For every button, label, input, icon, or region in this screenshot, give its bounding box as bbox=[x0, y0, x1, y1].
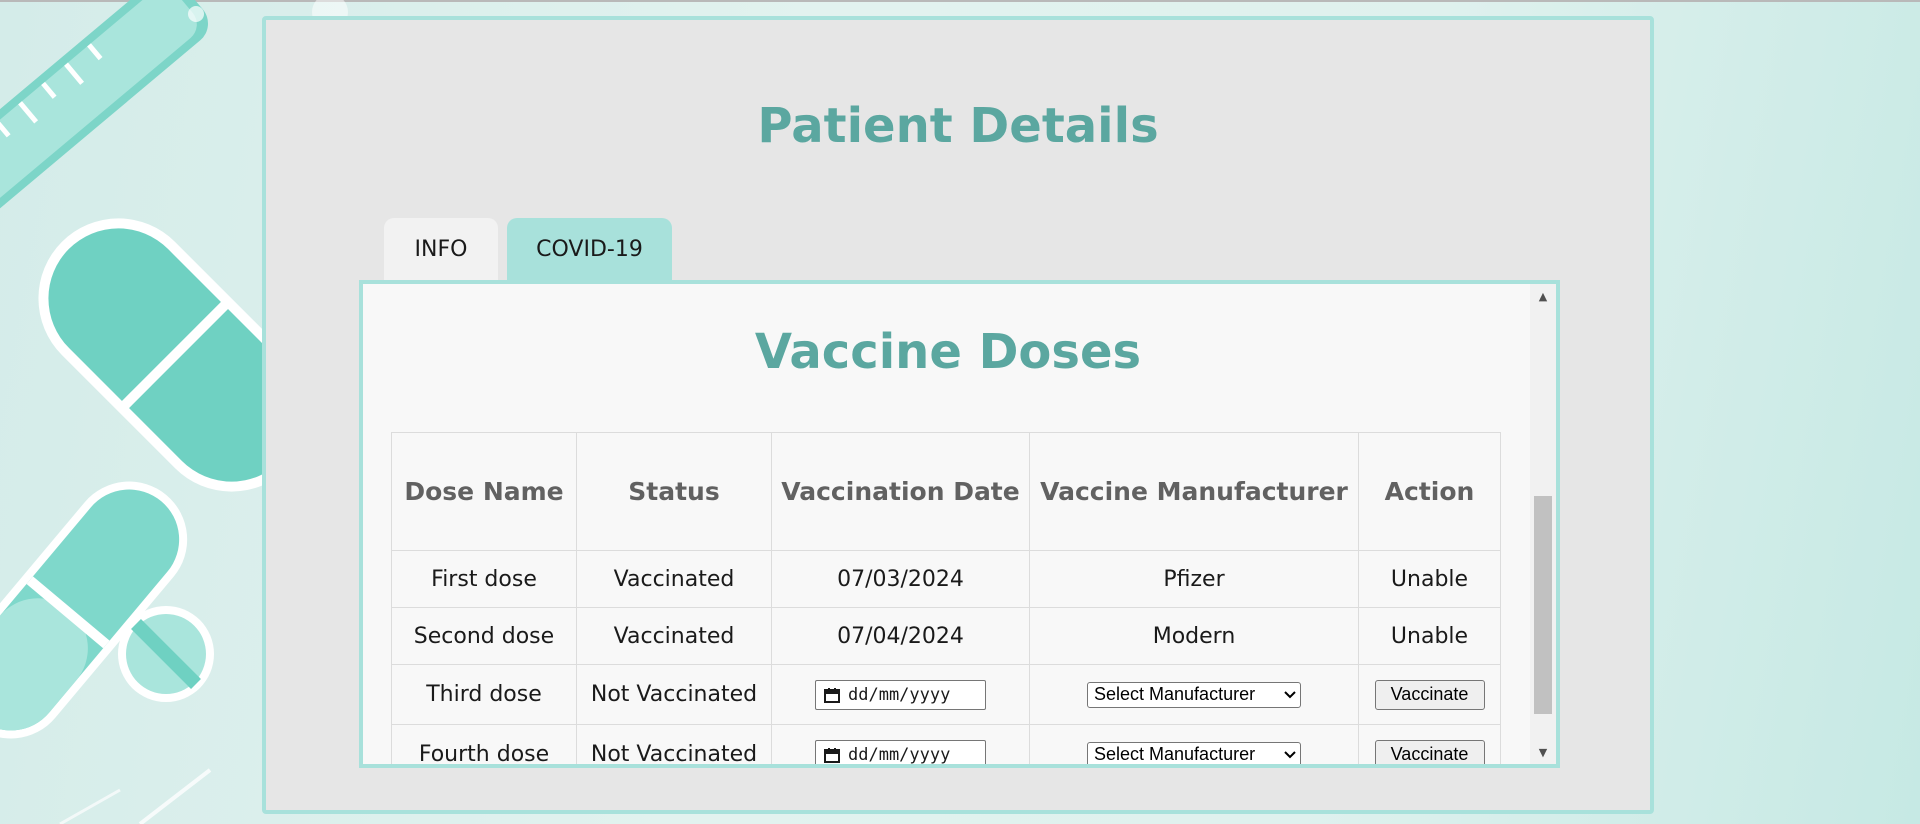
chevron-down-icon bbox=[1284, 751, 1296, 759]
table-header-row: Dose Name Status Vaccination Date Vaccin… bbox=[391, 432, 1501, 551]
dose-name-cell: Third dose bbox=[391, 664, 577, 725]
vaccine-doses-table: Dose Name Status Vaccination Date Vaccin… bbox=[391, 432, 1501, 765]
vaccination-date-cell: 07/04/2024 bbox=[771, 607, 1030, 665]
calendar-icon[interactable] bbox=[824, 687, 840, 703]
manufacturer-select[interactable]: Select Manufacturer bbox=[1087, 681, 1301, 708]
table-row: First dose Vaccinated 07/03/2024 Pfizer … bbox=[391, 550, 1501, 608]
tab-covid-19[interactable]: COVID-19 bbox=[507, 218, 672, 280]
vertical-scrollbar[interactable]: ▲ ▼ bbox=[1530, 284, 1556, 764]
tab-info-label: INFO bbox=[414, 236, 468, 262]
column-header-dose-name: Dose Name bbox=[391, 432, 577, 551]
vaccination-date-cell: 07/03/2024 bbox=[771, 550, 1030, 608]
tab-covid-19-label: COVID-19 bbox=[536, 236, 643, 262]
status-cell: Vaccinated bbox=[576, 550, 772, 608]
column-header-action: Action bbox=[1358, 432, 1501, 551]
needle-line-icon bbox=[59, 768, 212, 824]
manufacturer-cell: Select Manufacturer bbox=[1029, 724, 1359, 765]
table-row: Fourth dose Not Vaccinated dd/mm/yyyy Se… bbox=[391, 724, 1501, 765]
dose-name-cell: Second dose bbox=[391, 607, 577, 665]
date-placeholder: dd/mm/yyyy bbox=[848, 684, 951, 705]
action-cell: Vaccinate bbox=[1358, 664, 1501, 725]
vaccination-date-cell: dd/mm/yyyy bbox=[771, 664, 1030, 725]
scroll-up-arrow-icon[interactable]: ▲ bbox=[1530, 286, 1556, 306]
vaccination-date-input[interactable]: dd/mm/yyyy bbox=[815, 739, 986, 765]
manufacturer-cell: Modern bbox=[1029, 607, 1359, 665]
action-cell: Vaccinate bbox=[1358, 724, 1501, 764]
vaccinate-button[interactable]: Vaccinate bbox=[1374, 739, 1485, 764]
status-cell: Not Vaccinated bbox=[576, 664, 772, 725]
vaccine-doses-panel: Vaccine Doses Dose Name Status Vaccinati… bbox=[359, 280, 1560, 768]
scroll-down-arrow-icon[interactable]: ▼ bbox=[1530, 742, 1556, 762]
manufacturer-cell: Pfizer bbox=[1029, 550, 1359, 608]
dot-decoration bbox=[188, 6, 204, 22]
manufacturer-select-value: Select Manufacturer bbox=[1094, 744, 1256, 765]
table-row: Second dose Vaccinated 07/04/2024 Modern… bbox=[391, 607, 1501, 665]
column-header-vaccine-manufacturer: Vaccine Manufacturer bbox=[1029, 432, 1359, 551]
dose-name-cell: First dose bbox=[391, 550, 577, 608]
manufacturer-select-value: Select Manufacturer bbox=[1094, 684, 1256, 705]
section-title: Vaccine Doses bbox=[754, 324, 1142, 380]
status-cell: Not Vaccinated bbox=[576, 724, 772, 764]
dose-name-cell: Fourth dose bbox=[391, 724, 577, 764]
action-cell: Unable bbox=[1358, 607, 1501, 665]
page-title-wrapper: Patient Details bbox=[262, 0, 1654, 200]
page-title: Patient Details bbox=[757, 98, 1159, 154]
date-placeholder: dd/mm/yyyy bbox=[848, 744, 951, 765]
scrollbar-thumb[interactable] bbox=[1534, 496, 1552, 714]
column-header-status: Status bbox=[576, 432, 772, 551]
calendar-icon[interactable] bbox=[824, 747, 840, 763]
action-cell: Unable bbox=[1358, 550, 1501, 608]
vaccination-date-cell: dd/mm/yyyy bbox=[771, 724, 1030, 765]
manufacturer-select[interactable]: Select Manufacturer bbox=[1087, 741, 1301, 765]
table-row: Third dose Not Vaccinated dd/mm/yyyy Sel… bbox=[391, 664, 1501, 725]
round-pill-icon bbox=[118, 606, 214, 702]
vaccinate-button[interactable]: Vaccinate bbox=[1374, 679, 1485, 710]
manufacturer-cell: Select Manufacturer bbox=[1029, 664, 1359, 725]
status-cell: Vaccinated bbox=[576, 607, 772, 665]
chevron-down-icon bbox=[1284, 691, 1296, 699]
vaccination-date-input[interactable]: dd/mm/yyyy bbox=[815, 679, 986, 710]
syringe-icon bbox=[0, 0, 208, 223]
tab-info[interactable]: INFO bbox=[384, 218, 498, 280]
column-header-vaccination-date: Vaccination Date bbox=[771, 432, 1030, 551]
